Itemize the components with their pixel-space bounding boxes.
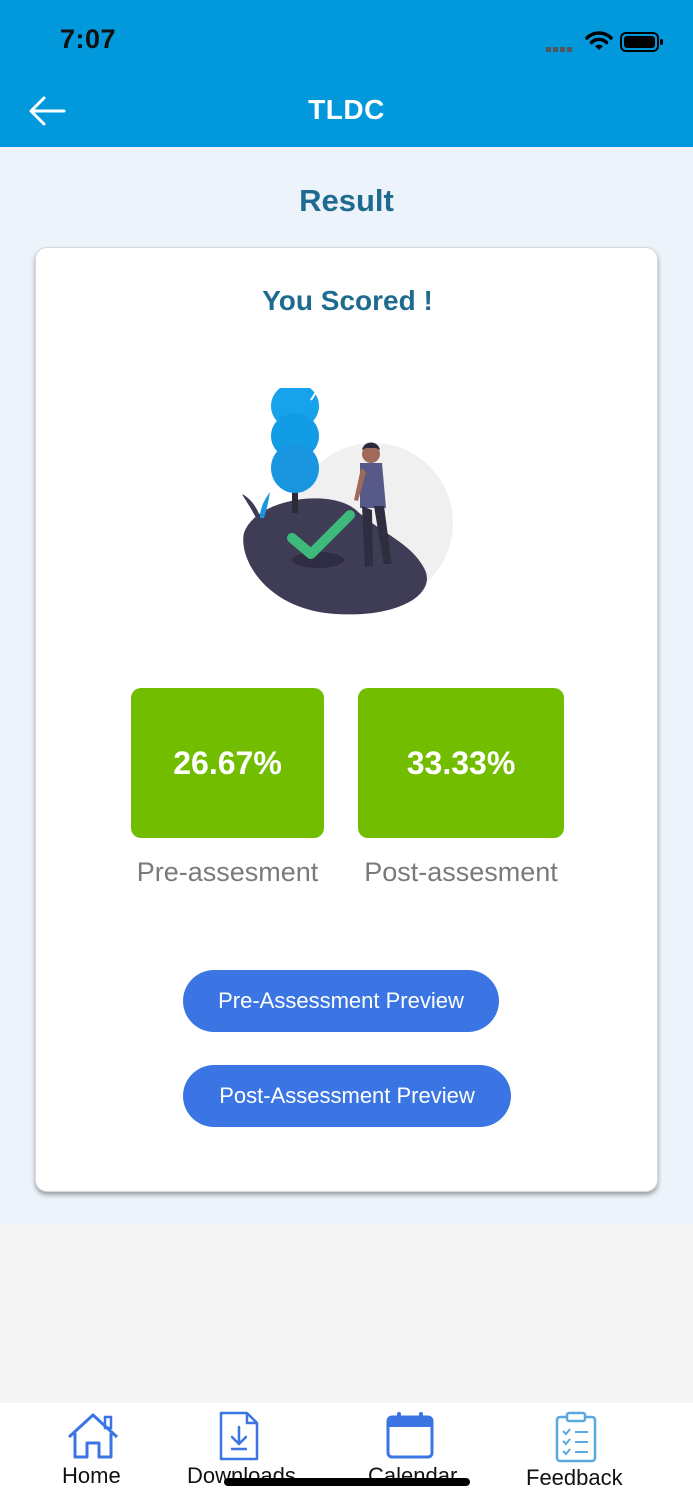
tab-label-feedback: Feedback: [526, 1465, 623, 1490]
post-assessment-label: Post-assesment: [364, 857, 558, 887]
signal-icon: [546, 44, 578, 52]
app-title: TLDC: [308, 94, 385, 125]
home-icon: [67, 1413, 119, 1459]
status-time: 7:07: [60, 24, 117, 54]
wifi-icon: [585, 31, 613, 50]
post-assessment-preview-button[interactable]: Post-Assessment Preview: [183, 1065, 511, 1127]
result-card: You Scored ! 26.67% 33.33% Pre-assesment…: [35, 247, 658, 1192]
battery-icon: [620, 32, 663, 52]
pre-assessment-preview-button[interactable]: Pre-Assessment Preview: [183, 970, 499, 1032]
download-icon: [219, 1411, 259, 1461]
page-title: Result: [299, 183, 394, 218]
home-indicator: [224, 1478, 470, 1486]
post-assessment-score: 33.33%: [358, 688, 564, 838]
score-heading: You Scored !: [262, 285, 433, 316]
tab-home[interactable]: Home: [50, 1403, 140, 1500]
calendar-icon: [386, 1412, 434, 1459]
app-header: 7:07 TLDC: [0, 0, 693, 147]
pre-assessment-score: 26.67%: [131, 688, 324, 838]
clipboard-icon: [555, 1411, 597, 1463]
success-illustration: [242, 388, 453, 615]
tab-feedback[interactable]: Feedback: [522, 1403, 637, 1500]
pre-assessment-label: Pre-assesment: [136, 857, 319, 887]
tab-label-home: Home: [62, 1463, 121, 1488]
